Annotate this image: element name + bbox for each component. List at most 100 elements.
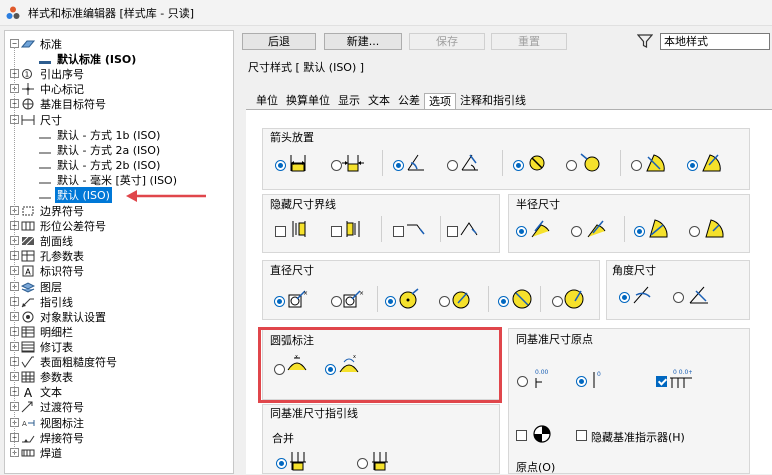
baseline-hide-check[interactable] bbox=[516, 430, 527, 441]
tree-item-label: 默认 - 方式 1b (ISO) bbox=[57, 128, 161, 142]
tree-item[interactable]: + 边界符号 bbox=[10, 203, 86, 218]
tree-item-label: 指引线 bbox=[40, 295, 73, 309]
arrow-both-inside-radio[interactable] bbox=[275, 160, 286, 171]
radius-2-radio[interactable] bbox=[571, 226, 582, 237]
hide-ext-1-icon bbox=[292, 221, 306, 237]
tree-item[interactable]: − 尺寸 bbox=[10, 112, 64, 127]
radius-4-radio[interactable] bbox=[689, 226, 700, 237]
tree-item[interactable]: + 对象默认设置 bbox=[10, 309, 108, 324]
revision-table-icon bbox=[21, 341, 35, 353]
tree-item[interactable]: 默认 - 方式 1b (ISO) bbox=[27, 127, 162, 142]
diameter-2-icon: × bbox=[343, 290, 364, 308]
tree-item[interactable]: + 参数表 bbox=[10, 369, 75, 384]
hide-ext-2-check[interactable] bbox=[331, 226, 342, 237]
tree-item[interactable]: + 孔参数表 bbox=[10, 248, 86, 263]
tab-0[interactable]: 单位 bbox=[252, 93, 282, 109]
arrow-diameter-outside-radio[interactable] bbox=[566, 160, 577, 171]
tab-1[interactable]: 换算单位 bbox=[282, 93, 334, 109]
hide-ext-4-icon bbox=[460, 222, 478, 236]
tree-item[interactable]: 默认 - 毫米 [英寸] (ISO) bbox=[27, 172, 179, 187]
hide-origin-indicator-check[interactable] bbox=[576, 430, 587, 441]
tree-item[interactable]: + 表面粗糙度符号 bbox=[10, 354, 119, 369]
save-button[interactable]: 保存 bbox=[409, 33, 485, 50]
radius-1-radio[interactable] bbox=[516, 226, 527, 237]
radius-3-radio[interactable] bbox=[634, 226, 645, 237]
tree-item[interactable]: 默认标准 (ISO) bbox=[27, 51, 138, 66]
standard-doc-icon bbox=[38, 53, 52, 65]
tree-item[interactable]: +1 引出序号 bbox=[10, 66, 86, 81]
back-button[interactable]: 后退 bbox=[242, 33, 316, 50]
weld-symbol-icon bbox=[21, 432, 35, 444]
angular-1-icon bbox=[633, 286, 651, 304]
tree-item-label: 图层 bbox=[40, 280, 62, 294]
tree-item[interactable]: + 基准目标符号 bbox=[10, 96, 108, 111]
merge-2-radio[interactable] bbox=[357, 458, 368, 469]
style-line-icon bbox=[38, 159, 52, 171]
arrow-both-outside-radio[interactable] bbox=[331, 160, 342, 171]
tree-item[interactable]: + 修订表 bbox=[10, 339, 75, 354]
title-bar: 样式和标准编辑器 [样式库 - 只读] bbox=[0, 0, 772, 26]
tree-item-label: 基准目标符号 bbox=[40, 97, 106, 111]
tree-item[interactable]: + A 标识符号 bbox=[10, 263, 86, 278]
tab-4[interactable]: 公差 bbox=[394, 93, 424, 109]
tree-item[interactable]: 默认 - 方式 2a (ISO) bbox=[27, 142, 162, 157]
tree-item-label: 尺寸 bbox=[40, 113, 62, 127]
tree-item-label: 边界符号 bbox=[40, 204, 84, 218]
tree-item[interactable]: 默认 - 方式 2b (ISO) bbox=[27, 157, 162, 172]
tree-item-label: 标识符号 bbox=[40, 264, 84, 278]
svg-text:0: 0 bbox=[597, 371, 601, 378]
tab-5[interactable]: 选项 bbox=[424, 93, 456, 109]
angular-2-radio[interactable] bbox=[673, 292, 684, 303]
style-tree[interactable]: − 标准 默认标准 (ISO) +1 引出序号 + 中心标记 + 基准目标符号 − 尺寸 默认 - 方… bbox=[4, 30, 234, 474]
tree-item[interactable]: + 形位公差符号 bbox=[10, 218, 108, 233]
tab-6[interactable]: 注释和指引线 bbox=[456, 93, 530, 109]
tree-item[interactable]: + 焊道 bbox=[10, 445, 64, 460]
diameter-4-radio[interactable] bbox=[439, 296, 450, 307]
hide-ext-4-check[interactable] bbox=[447, 226, 458, 237]
origin-3-check[interactable] bbox=[656, 376, 667, 387]
tab-2[interactable]: 显示 bbox=[334, 93, 364, 109]
arrow-radius-outside-radio[interactable] bbox=[687, 160, 698, 171]
option-separator bbox=[502, 150, 503, 176]
tree-item[interactable]: + A 视图标注 bbox=[10, 415, 86, 430]
hide-ext-3-check[interactable] bbox=[393, 226, 404, 237]
svg-text:×: × bbox=[303, 290, 308, 297]
diameter-6-icon bbox=[564, 289, 584, 309]
diameter-3-radio[interactable] bbox=[385, 296, 396, 307]
new-button[interactable]: 新建... bbox=[324, 33, 402, 50]
tree-item[interactable]: + 指引线 bbox=[10, 294, 75, 309]
tree-item[interactable]: + 图层 bbox=[10, 279, 64, 294]
merge-1-radio[interactable] bbox=[276, 458, 287, 469]
tree-item[interactable]: + 过渡符号 bbox=[10, 399, 86, 414]
diameter-6-radio[interactable] bbox=[552, 296, 563, 307]
hide-origin-indicator-label[interactable]: 隐藏基准指示器(H) bbox=[591, 429, 685, 445]
origin-1-radio[interactable] bbox=[517, 376, 528, 387]
angular-1-radio[interactable] bbox=[619, 292, 630, 303]
window-title: 样式和标准编辑器 [样式库 - 只读] bbox=[28, 6, 195, 20]
arrow-angular-outside-radio[interactable] bbox=[447, 160, 458, 171]
tree-item[interactable]: + 明细栏 bbox=[10, 324, 75, 339]
arrow-radius-inside-radio[interactable] bbox=[631, 160, 642, 171]
tree-item[interactable]: 默认 (ISO) bbox=[27, 186, 112, 203]
diameter-1-radio[interactable] bbox=[274, 296, 285, 307]
tree-item[interactable]: + A 文本 bbox=[10, 384, 64, 399]
tree-item[interactable]: + 中心标记 bbox=[10, 81, 86, 96]
datum-target-icon bbox=[21, 98, 35, 110]
tree-item[interactable]: + 剖面线 bbox=[10, 233, 75, 248]
hide-ext-1-check[interactable] bbox=[275, 226, 286, 237]
tab-3[interactable]: 文本 bbox=[364, 93, 394, 109]
tree-item-label: 默认 (ISO) bbox=[55, 186, 112, 203]
tree-item[interactable]: − 标准 bbox=[10, 36, 64, 51]
arrow-diameter-inside-icon bbox=[529, 155, 545, 171]
origin-3-icon: 0 0.0+ bbox=[670, 369, 692, 388]
tree-item[interactable]: + 焊接符号 bbox=[10, 430, 86, 445]
diameter-2-radio[interactable] bbox=[331, 296, 342, 307]
reset-button[interactable]: 重置 bbox=[491, 33, 567, 50]
diameter-5-radio[interactable] bbox=[498, 296, 509, 307]
style-line-icon bbox=[38, 129, 52, 141]
arrow-angular-inside-radio[interactable] bbox=[393, 160, 404, 171]
arrow-diameter-inside-radio[interactable] bbox=[513, 160, 524, 171]
origin-2-radio[interactable] bbox=[576, 376, 587, 387]
style-line-icon bbox=[38, 174, 52, 186]
style-filter-select[interactable]: 本地样式 bbox=[660, 33, 770, 50]
